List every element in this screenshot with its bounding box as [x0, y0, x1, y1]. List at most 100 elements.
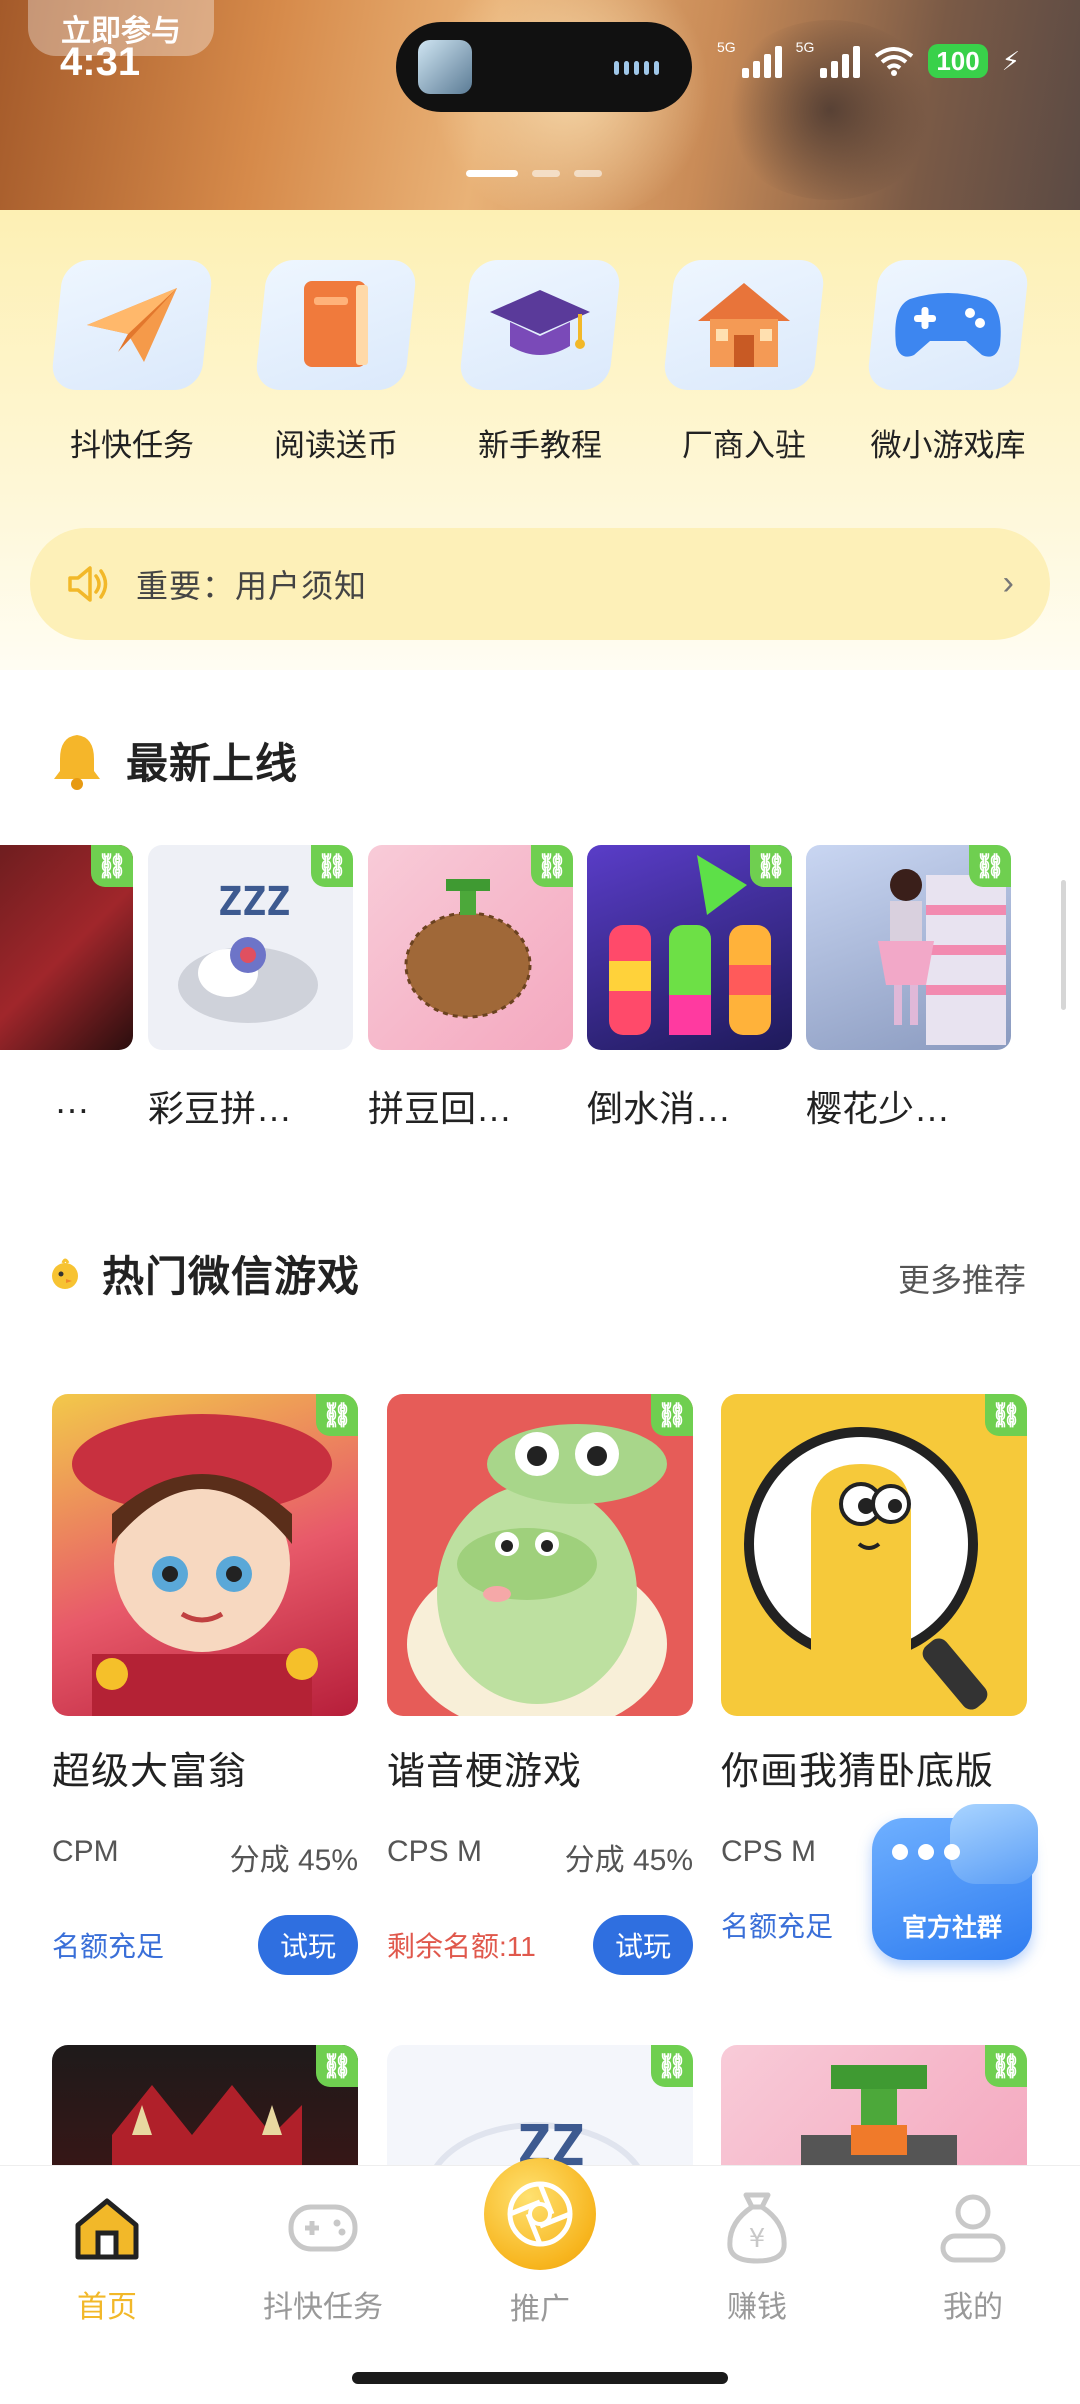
hot-game-meta: CPM 分成 45%	[52, 1835, 358, 1879]
latest-games-row[interactable]: ⛓ ZZZ ⛓ ⛓ ⛓ ⛓	[0, 845, 1080, 1065]
quick-entry-label: 阅读送币	[274, 428, 398, 463]
link-icon: ⛓	[985, 1394, 1027, 1436]
quick-entry-label: 新手教程	[478, 428, 602, 463]
quick-entry-vendor[interactable]: 厂商入驻	[654, 260, 834, 465]
dynamic-island	[396, 22, 692, 112]
latest-game-name[interactable]: 倒水消…	[587, 1080, 731, 1132]
hot-game-card[interactable]: ⛓ 谐音梗游戏 CPS M 分成 45% 剩余名额:11 试玩	[387, 1394, 693, 1975]
nav-promote[interactable]: 推广	[455, 2158, 625, 2328]
latest-section-header: 最新上线	[50, 730, 298, 791]
link-icon: ⛓	[91, 845, 133, 887]
quota-status: 剩余名额:11	[387, 1931, 536, 1962]
status-icons: 5G 5G 100 ⚡	[717, 39, 1020, 78]
status-time: 4:31	[60, 40, 141, 84]
top-banner[interactable]: 立即参与 4:31 5G 5G 100 ⚡	[0, 0, 1080, 210]
official-community-button[interactable]: 官方社群	[862, 1800, 1042, 1970]
latest-game-name[interactable]: 彩豆拼…	[148, 1080, 292, 1132]
link-icon: ⛓	[969, 845, 1011, 887]
hot-game-card[interactable]: ⛓	[52, 2045, 358, 2185]
latest-game-name[interactable]: 拼豆回…	[368, 1080, 512, 1132]
community-label: 官方社群	[901, 1914, 1002, 1942]
hot-game-thumb[interactable]: ⛓	[721, 2045, 1027, 2185]
nav-label: 我的	[943, 2291, 1003, 2324]
revenue-share: 分成 45%	[229, 1844, 358, 1877]
nav-tasks[interactable]: 抖快任务	[238, 2188, 408, 2326]
hot-game-thumb[interactable]: ⛓	[52, 2045, 358, 2185]
billing-model: CPS M	[721, 1835, 817, 1868]
billing-model: CPS M	[387, 1835, 483, 1868]
latest-game-thumb[interactable]: ⛓	[806, 845, 1011, 1050]
quota-status: 名额充足	[721, 1911, 834, 1942]
latest-game-name[interactable]: 樱花少…	[806, 1080, 950, 1132]
quick-entry-reading[interactable]: 阅读送币	[246, 260, 426, 465]
chat-bubble-small-icon	[950, 1804, 1038, 1884]
gamepad-icon	[873, 260, 1023, 390]
link-icon: ⛓	[985, 2045, 1027, 2087]
audio-wave-icon	[614, 60, 664, 76]
try-play-button[interactable]: 试玩	[257, 1915, 358, 1975]
hot-game-name: 超级大富翁	[52, 1751, 248, 1793]
link-icon: ⛓	[311, 845, 353, 887]
link-icon: ⛓	[316, 1394, 358, 1436]
cellular-signal-icon	[741, 44, 782, 78]
nav-home[interactable]: 首页	[22, 2188, 192, 2326]
quick-entry-label: 抖快任务	[70, 428, 194, 463]
nav-label: 赚钱	[727, 2291, 787, 2324]
hot-section-title: 热门微信游戏	[102, 1253, 361, 1300]
billing-model: CPM	[52, 1835, 119, 1868]
house-icon	[669, 260, 819, 390]
hot-game-thumb[interactable]: ⛓	[52, 1394, 358, 1716]
quick-entry-game-library[interactable]: 微小游戏库	[858, 260, 1038, 465]
chick-icon	[52, 1258, 78, 1289]
home-icon	[67, 2188, 147, 2268]
money-bag-icon: ¥	[717, 2188, 797, 2268]
home-indicator[interactable]	[352, 2372, 728, 2384]
nav-label: 抖快任务	[263, 2291, 383, 2324]
signal-label-2: 5G	[795, 39, 815, 55]
try-play-button[interactable]: 试玩	[592, 1915, 693, 1975]
latest-game-thumb[interactable]: ⛓	[0, 845, 133, 1050]
hot-game-name: 谐音梗游戏	[387, 1751, 583, 1793]
signal-label-1: 5G	[716, 39, 736, 55]
hot-game-card[interactable]: ⛓ 超级大富翁 CPM 分成 45% 名额充足 试玩	[52, 1394, 358, 1975]
bell-icon	[54, 734, 100, 790]
latest-game-thumb[interactable]: ZZZ ⛓	[148, 845, 353, 1050]
svg-text:ZZZ: ZZZ	[218, 879, 290, 925]
hot-game-thumb[interactable]: ⛓	[721, 1394, 1027, 1716]
typing-dots-icon	[892, 1844, 960, 1860]
link-icon: ⛓	[651, 1394, 693, 1436]
latest-game-name[interactable]: …	[54, 1080, 90, 1122]
latest-game-thumb[interactable]: ⛓	[368, 845, 573, 1050]
book-icon	[261, 260, 411, 390]
more-recommendations-link[interactable]: 更多推荐	[898, 1255, 1026, 1301]
header-panel: 抖快任务 阅读送币 新手教程 厂商入驻 微小游戏库 重要：用户须知 ›	[0, 210, 1080, 670]
latest-game-thumb[interactable]: ⛓	[587, 845, 792, 1050]
hot-game-name: 你画我猜卧底版	[721, 1751, 995, 1793]
nav-profile[interactable]: 我的	[888, 2188, 1058, 2326]
link-icon: ⛓	[316, 2045, 358, 2087]
svg-text:¥: ¥	[749, 2224, 766, 2254]
notice-text: 重要：用户须知	[136, 568, 368, 604]
speaker-icon	[68, 566, 108, 602]
cellular-signal-icon-2	[820, 44, 861, 78]
quick-entry-label: 厂商入驻	[682, 428, 806, 463]
user-icon	[933, 2188, 1013, 2268]
charging-bolt-icon: ⚡	[1001, 45, 1020, 76]
battery-indicator: 100	[928, 44, 988, 78]
chevron-right-icon: ›	[1002, 564, 1014, 602]
nav-earn[interactable]: ¥ 赚钱	[672, 2188, 842, 2326]
hot-section-header: 热门微信游戏	[50, 1243, 360, 1304]
now-playing-app-icon	[418, 40, 472, 94]
paper-plane-icon	[57, 260, 207, 390]
nav-label: 首页	[77, 2291, 137, 2324]
horizontal-scroll-indicator	[1061, 880, 1066, 1010]
quick-entry-label: 微小游戏库	[870, 428, 1026, 463]
quick-entry-tutorial[interactable]: 新手教程	[450, 260, 630, 465]
revenue-share: 分成 45%	[564, 1844, 693, 1877]
latest-section-title: 最新上线	[126, 740, 299, 787]
hot-game-thumb[interactable]: ⛓	[387, 1394, 693, 1716]
quick-entry-tasks[interactable]: 抖快任务	[42, 260, 222, 465]
link-icon: ⛓	[651, 2045, 693, 2087]
notice-bar[interactable]: 重要：用户须知 ›	[30, 528, 1050, 640]
hot-game-card[interactable]: ⛓	[721, 2045, 1027, 2185]
